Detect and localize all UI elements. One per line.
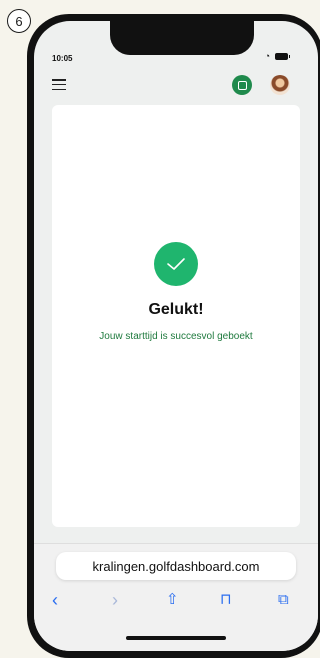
qr-scan-icon[interactable]: [232, 75, 252, 95]
success-title: Gelukt!: [148, 301, 204, 318]
browser-bottom-bar: kralingen.golfdashboard.com ‹ › ⇧ ⊓ ⧉: [34, 543, 318, 651]
status-icons: ◔: [264, 51, 290, 61]
back-icon[interactable]: ‹: [52, 588, 58, 612]
phone-screen: 10:05 ◔ Gelukt! Jouw starttijd is succes…: [34, 21, 318, 651]
home-indicator: [126, 636, 226, 640]
bookmarks-icon[interactable]: ⊓: [220, 588, 232, 612]
avatar[interactable]: [270, 75, 290, 95]
forward-icon[interactable]: ›: [112, 588, 118, 612]
checkmark-icon: [154, 242, 198, 286]
status-time: 10:05: [52, 54, 73, 63]
success-card: Gelukt! Jouw starttijd is succesvol gebo…: [52, 105, 300, 527]
battery-icon: [275, 53, 290, 60]
tabs-icon[interactable]: ⧉: [278, 588, 289, 612]
notch: [110, 21, 254, 55]
address-bar[interactable]: kralingen.golfdashboard.com: [56, 552, 296, 580]
step-number-badge: 6: [7, 9, 31, 33]
app-header: [34, 71, 318, 101]
browser-toolbar: ‹ › ⇧ ⊓ ⧉: [34, 588, 318, 612]
wifi-icon: ◔: [264, 51, 270, 61]
hamburger-menu-icon[interactable]: [52, 79, 66, 91]
share-icon[interactable]: ⇧: [166, 588, 179, 612]
success-message: Jouw starttijd is succesvol geboekt: [99, 331, 253, 342]
